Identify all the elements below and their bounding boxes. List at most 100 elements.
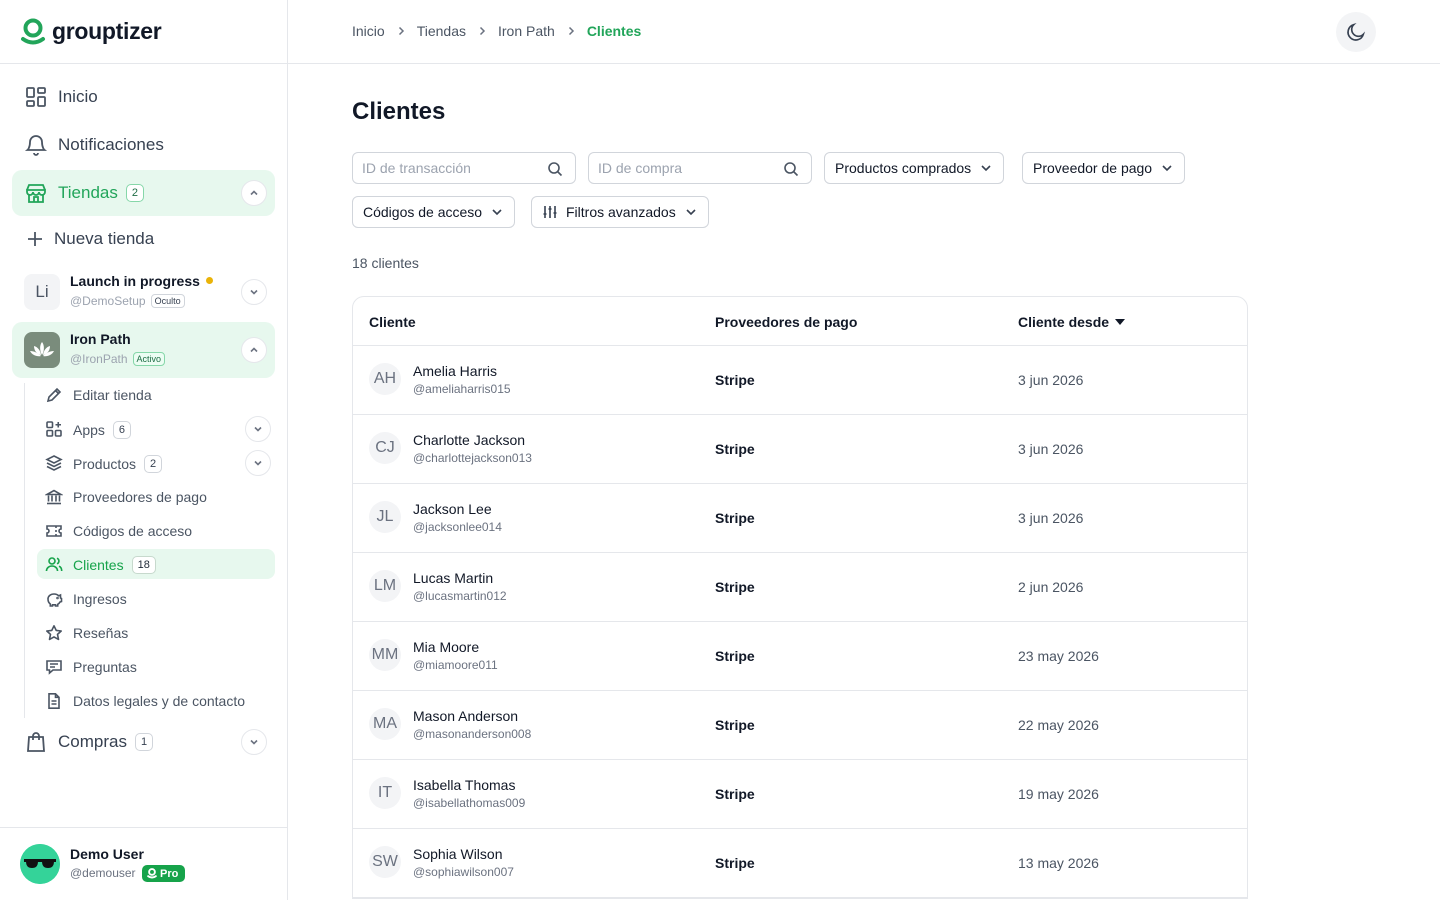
breadcrumb-stores[interactable]: Tiendas (417, 23, 466, 39)
sidebar-item-access-codes[interactable]: Códigos de acceso (37, 516, 275, 546)
client-payment-provider: Stripe (715, 855, 755, 871)
sidebar-item-label: Tiendas (58, 183, 118, 202)
sidebar-item-payment-providers[interactable]: Proveedores de pago (37, 482, 275, 512)
sidebar-item-label: Clientes (73, 557, 124, 573)
client-handle: @miamoore011 (413, 658, 498, 672)
pro-badge: Pro (142, 865, 186, 882)
bank-icon (45, 489, 63, 505)
sidebar-item-products[interactable]: Productos 2 (37, 448, 275, 478)
sidebar-item-questions[interactable]: Preguntas (37, 652, 275, 682)
store-item-launch[interactable]: Li Launch in progress @DemoSetup Oculto (12, 264, 275, 320)
chevron-down-icon (686, 209, 696, 216)
client-handle: @jacksonlee014 (413, 520, 502, 534)
client-since-date: 3 jun 2026 (1018, 441, 1084, 457)
store-avatar: Li (24, 274, 60, 310)
table-row[interactable]: SW Sophia Wilson @sophiawilson007 Stripe… (353, 829, 1247, 898)
table-row[interactable]: JL Jackson Lee @jacksonlee014 Stripe 3 j… (353, 484, 1247, 553)
provider-filter-label: Proveedor de pago (1033, 160, 1153, 176)
search-icon (548, 162, 563, 177)
user-name: Demo User (70, 846, 144, 862)
sidebar-item-label: Inicio (58, 87, 98, 106)
client-name: Mia Moore (413, 639, 480, 655)
sidebar-item-notifications[interactable]: Notificaciones (12, 122, 275, 168)
brand-logo[interactable]: grouptizer (0, 0, 287, 64)
apps-count-badge: 6 (112, 421, 132, 439)
sidebar-item-label: Editar tienda (73, 387, 152, 403)
sidebar-item-apps[interactable]: Apps 6 (37, 414, 275, 444)
provider-filter-select[interactable]: Proveedor de pago (1022, 152, 1186, 184)
sort-desc-icon (1115, 319, 1126, 325)
store-collapse-button[interactable] (241, 337, 267, 363)
users-icon (45, 557, 63, 572)
store-name: Launch in progress (70, 273, 200, 289)
chevron-down-icon (254, 426, 262, 432)
breadcrumb: Inicio Tiendas Iron Path Clientes (352, 23, 641, 39)
client-payment-provider: Stripe (715, 717, 755, 733)
plan-label: Pro (160, 867, 179, 880)
chevron-down-icon (250, 739, 258, 745)
sidebar-item-legal[interactable]: Datos legales y de contacto (37, 686, 275, 716)
client-payment-provider: Stripe (715, 372, 755, 388)
breadcrumb-store[interactable]: Iron Path (498, 23, 555, 39)
purchase-id-input[interactable] (598, 153, 778, 183)
grouptizer-logo-icon (21, 18, 45, 44)
advanced-filters-button[interactable]: Filtros avanzados (531, 196, 709, 228)
sunglasses-avatar-icon (20, 844, 60, 884)
hidden-tag: Oculto (150, 294, 185, 308)
client-handle: @ameliaharris015 (413, 382, 511, 396)
apps-expand-button[interactable] (245, 416, 271, 442)
sidebar-item-income[interactable]: Ingresos (37, 584, 275, 614)
apps-icon (46, 421, 62, 437)
table-row[interactable]: LM Lucas Martin @lucasmartin012 Stripe 2… (353, 553, 1247, 622)
active-tag: Activo (132, 352, 166, 366)
pencil-icon (46, 387, 62, 403)
client-handle: @charlottejackson013 (413, 451, 532, 465)
sidebar-item-clients[interactable]: Clientes 18 (37, 549, 275, 579)
transaction-id-search (352, 152, 576, 184)
table-row[interactable]: IT Isabella Thomas @isabellathomas009 St… (353, 760, 1247, 829)
sidebar-item-label: Preguntas (73, 659, 137, 675)
sidebar-item-label: Datos legales y de contacto (73, 693, 245, 709)
clients-count-badge: 18 (131, 556, 156, 574)
document-icon (48, 693, 60, 709)
sidebar-item-purchases[interactable]: Compras 1 (12, 719, 275, 765)
sidebar-item-new-store[interactable]: Nueva tienda (12, 216, 275, 262)
store-icon (26, 184, 46, 203)
table-row[interactable]: CJ Charlotte Jackson @charlottejackson01… (353, 415, 1247, 484)
table-row[interactable]: AH Amelia Harris @ameliaharris015 Stripe… (353, 346, 1247, 415)
column-header-client-since[interactable]: Cliente desde (1018, 314, 1126, 330)
star-icon (46, 625, 62, 641)
sidebar-item-home[interactable]: Inicio (12, 74, 275, 120)
products-expand-button[interactable] (245, 450, 271, 476)
sidebar-item-label: Productos (73, 456, 137, 472)
purchases-expand-button[interactable] (241, 729, 267, 755)
access-codes-filter-label: Códigos de acceso (363, 204, 483, 220)
client-since-date: 13 may 2026 (1018, 855, 1099, 871)
client-payment-provider: Stripe (715, 579, 755, 595)
sidebar-item-stores[interactable]: Tiendas 2 (12, 170, 275, 216)
sidebar-item-label-wrap: Clientes 18 (73, 556, 156, 574)
breadcrumb-home[interactable]: Inicio (352, 23, 385, 39)
chevron-down-icon (981, 165, 991, 172)
sidebar-item-label: Códigos de acceso (73, 523, 193, 539)
transaction-id-input[interactable] (362, 153, 542, 183)
sidebar-item-stores-label-wrap: Tiendas 2 (58, 183, 144, 203)
sidebar-item-label: Compras (58, 732, 127, 751)
access-codes-filter-select[interactable]: Códigos de acceso (352, 196, 516, 228)
user-handle: @demouser (70, 866, 136, 880)
sidebar-item-reviews[interactable]: Reseñas (37, 618, 275, 648)
chevron-right-icon (398, 26, 404, 36)
table-row[interactable]: MM Mia Moore @miamoore011 Stripe 23 may … (353, 622, 1247, 691)
table-row[interactable]: MA Mason Anderson @masonanderson008 Stri… (353, 691, 1247, 760)
stores-collapse-button[interactable] (241, 180, 267, 206)
client-since-date: 3 jun 2026 (1018, 372, 1084, 388)
store-item-iron-path[interactable]: Iron Path @IronPath Activo (12, 322, 275, 378)
store-expand-button[interactable] (241, 279, 267, 305)
chevron-right-icon (479, 26, 486, 36)
theme-toggle-button[interactable] (1336, 12, 1376, 52)
sidebar: grouptizer Inicio Notificaciones Tiendas… (0, 0, 288, 900)
user-profile[interactable]: Demo User @demouser Pro (0, 827, 287, 900)
sidebar-item-edit-store[interactable]: Editar tienda (37, 380, 275, 410)
products-filter-select[interactable]: Productos comprados (824, 152, 1005, 184)
shopping-bag-icon (27, 732, 45, 752)
